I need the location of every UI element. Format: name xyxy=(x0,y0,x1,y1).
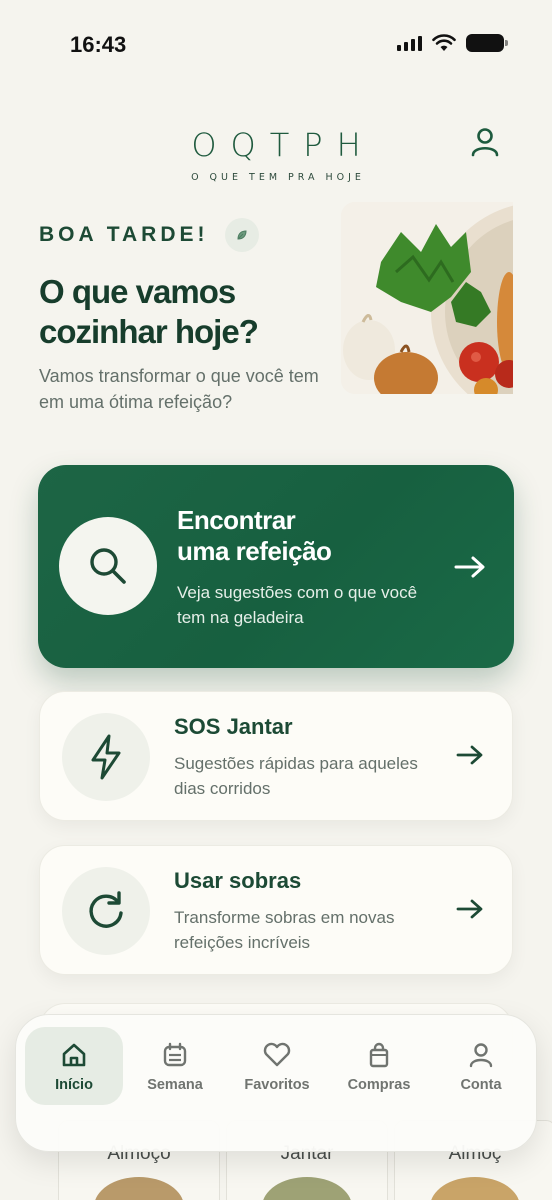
search-icon-circle xyxy=(59,517,157,615)
bottom-navigation: Início Semana Favoritos Compras Conta xyxy=(15,1014,537,1152)
heart-icon xyxy=(263,1042,291,1067)
status-bar: 16:43 xyxy=(0,0,552,90)
leaf-badge-icon xyxy=(224,218,259,252)
dish-image xyxy=(94,1177,184,1200)
find-meal-title: Encontrar uma refeição xyxy=(177,505,332,567)
dish-image xyxy=(430,1177,520,1200)
lightning-icon xyxy=(91,734,121,780)
profile-button[interactable] xyxy=(470,126,500,158)
nav-label: Semana xyxy=(147,1077,203,1093)
app-logo-subtitle: O QUE TEM PRA HOJE xyxy=(191,172,365,183)
page-headline: O que vamos cozinhar hoje? xyxy=(39,273,259,350)
search-icon xyxy=(90,548,126,584)
greeting-subtext: Vamos transformar o que você tem em uma … xyxy=(39,366,319,413)
nav-item-semana[interactable]: Semana xyxy=(126,1027,224,1105)
nav-item-favoritos[interactable]: Favoritos xyxy=(228,1027,326,1105)
sos-dinner-description: Sugestões rápidas para aqueles dias corr… xyxy=(174,754,418,798)
status-icons xyxy=(397,34,508,52)
user-icon xyxy=(471,128,499,157)
nav-label: Início xyxy=(55,1077,93,1093)
home-icon xyxy=(62,1043,86,1067)
use-leftovers-title: Usar sobras xyxy=(174,868,302,893)
find-meal-description: Veja sugestões com o que você tem na gel… xyxy=(177,583,418,627)
dish-image xyxy=(262,1177,352,1200)
use-leftovers-description: Transforme sobras em novas refeições inc… xyxy=(174,908,395,952)
shopping-bag-icon xyxy=(369,1042,389,1068)
sos-dinner-title: SOS Jantar xyxy=(174,714,293,739)
refresh-icon xyxy=(89,891,123,928)
nav-label: Conta xyxy=(460,1077,502,1093)
battery-icon xyxy=(466,34,508,52)
arrow-right-icon xyxy=(454,556,485,578)
lightning-icon-circle xyxy=(62,713,150,801)
sos-dinner-card[interactable]: SOS Jantar Sugestões rápidas para aquele… xyxy=(39,691,513,821)
refresh-icon-circle xyxy=(62,867,150,955)
status-time: 16:43 xyxy=(70,32,127,57)
cellular-signal-icon xyxy=(397,35,422,51)
nav-label: Compras xyxy=(347,1077,411,1093)
user-icon xyxy=(469,1043,493,1068)
calendar-icon xyxy=(163,1042,187,1067)
arrow-right-icon xyxy=(456,745,483,765)
greeting-label: BOA TARDE! xyxy=(39,223,209,246)
arrow-right-icon xyxy=(456,899,483,919)
vegetables-hero-image xyxy=(341,202,513,394)
nav-item-conta[interactable]: Conta xyxy=(432,1027,530,1105)
greeting-section: BOA TARDE! O que vamos cozinhar hoje? Va… xyxy=(39,218,339,415)
nav-item-compras[interactable]: Compras xyxy=(330,1027,428,1105)
nav-label: Favoritos xyxy=(244,1077,310,1093)
use-leftovers-card[interactable]: Usar sobras Transforme sobras em novas r… xyxy=(39,845,513,975)
find-meal-card[interactable]: Encontrar uma refeição Veja sugestões co… xyxy=(38,465,514,668)
wifi-icon xyxy=(432,34,456,51)
nav-item-inicio[interactable]: Início xyxy=(25,1027,123,1105)
